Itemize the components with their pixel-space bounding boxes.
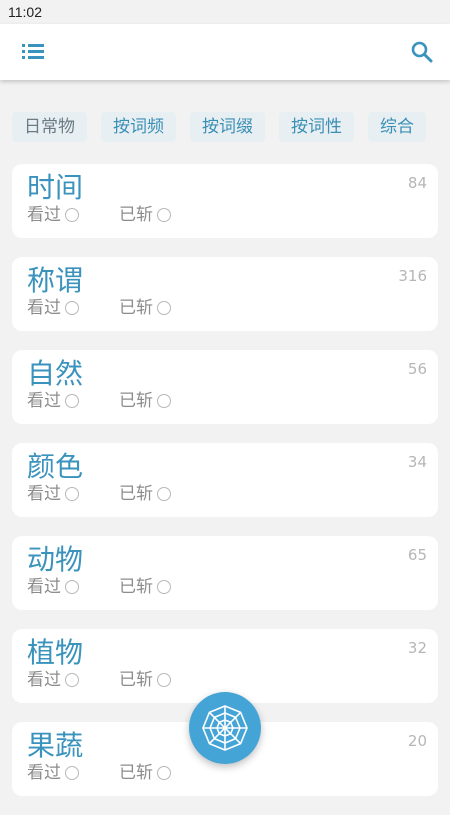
done-label: 已斩 [119, 484, 153, 504]
seen-radio-icon[interactable] [65, 580, 79, 594]
done-toggle[interactable]: 已斩 [119, 204, 171, 226]
seen-radio-icon[interactable] [65, 673, 79, 687]
seen-radio-icon[interactable] [65, 208, 79, 222]
word-count: 316 [398, 267, 427, 285]
seen-radio-icon[interactable] [65, 301, 79, 315]
tab-by-part-of-speech[interactable]: 按词性 [279, 112, 354, 142]
tab-by-affix[interactable]: 按词缀 [190, 112, 265, 142]
category-tabs: 日常物 按词频 按词缀 按词性 综合 [12, 112, 450, 142]
word-count: 34 [407, 453, 427, 471]
done-radio-icon[interactable] [157, 394, 171, 408]
tab-comprehensive[interactable]: 综合 [368, 112, 426, 142]
seen-label: 看过 [27, 670, 61, 690]
done-label: 已斩 [119, 298, 153, 318]
done-label: 已斩 [119, 670, 153, 690]
seen-label: 看过 [27, 577, 61, 597]
category-title: 果蔬 [27, 729, 84, 762]
word-count: 32 [407, 639, 427, 657]
category-card-nature[interactable]: 自然 56 看过 已斩 [12, 350, 438, 424]
category-title: 植物 [27, 636, 84, 669]
seen-toggle[interactable]: 看过 [27, 576, 79, 598]
category-title: 时间 [27, 171, 84, 204]
status-bar: 11:02 [0, 0, 450, 24]
search-icon [411, 41, 433, 63]
seen-label: 看过 [27, 484, 61, 504]
tab-by-frequency[interactable]: 按词频 [101, 112, 176, 142]
floating-action-button[interactable] [189, 692, 261, 764]
menu-list-icon [22, 44, 44, 59]
category-title: 自然 [27, 357, 84, 390]
seen-radio-icon[interactable] [65, 766, 79, 780]
word-count: 65 [407, 546, 427, 564]
done-radio-icon[interactable] [157, 580, 171, 594]
done-toggle[interactable]: 已斩 [119, 576, 171, 598]
category-card-animals[interactable]: 动物 65 看过 已斩 [12, 536, 438, 610]
done-label: 已斩 [119, 205, 153, 225]
done-toggle[interactable]: 已斩 [119, 669, 171, 691]
seen-label: 看过 [27, 205, 61, 225]
done-toggle[interactable]: 已斩 [119, 390, 171, 412]
seen-radio-icon[interactable] [65, 394, 79, 408]
seen-label: 看过 [27, 298, 61, 318]
word-count: 20 [407, 732, 427, 750]
seen-toggle[interactable]: 看过 [27, 297, 79, 319]
done-radio-icon[interactable] [157, 487, 171, 501]
done-toggle[interactable]: 已斩 [119, 297, 171, 319]
seen-radio-icon[interactable] [65, 487, 79, 501]
done-label: 已斩 [119, 391, 153, 411]
done-label: 已斩 [119, 577, 153, 597]
seen-toggle[interactable]: 看过 [27, 762, 79, 784]
done-radio-icon[interactable] [157, 673, 171, 687]
category-title: 称谓 [27, 264, 84, 297]
seen-toggle[interactable]: 看过 [27, 204, 79, 226]
category-title: 颜色 [27, 450, 84, 483]
seen-label: 看过 [27, 391, 61, 411]
category-card-address-terms[interactable]: 称谓 316 看过 已斩 [12, 257, 438, 331]
done-label: 已斩 [119, 763, 153, 783]
status-time: 11:02 [8, 4, 42, 20]
category-title: 动物 [27, 543, 84, 576]
category-card-time[interactable]: 时间 84 看过 已斩 [12, 164, 438, 238]
done-radio-icon[interactable] [157, 208, 171, 222]
seen-toggle[interactable]: 看过 [27, 669, 79, 691]
word-count: 84 [407, 174, 427, 192]
app-bar [0, 24, 450, 80]
menu-button[interactable] [20, 38, 50, 66]
tab-daily-items[interactable]: 日常物 [12, 112, 87, 142]
done-toggle[interactable]: 已斩 [119, 762, 171, 784]
category-card-colors[interactable]: 颜色 34 看过 已斩 [12, 443, 438, 517]
done-radio-icon[interactable] [157, 766, 171, 780]
seen-label: 看过 [27, 763, 61, 783]
seen-toggle[interactable]: 看过 [27, 483, 79, 505]
search-button[interactable] [408, 38, 436, 66]
seen-toggle[interactable]: 看过 [27, 390, 79, 412]
word-count: 56 [407, 360, 427, 378]
done-toggle[interactable]: 已斩 [119, 483, 171, 505]
web-icon [202, 705, 248, 751]
done-radio-icon[interactable] [157, 301, 171, 315]
